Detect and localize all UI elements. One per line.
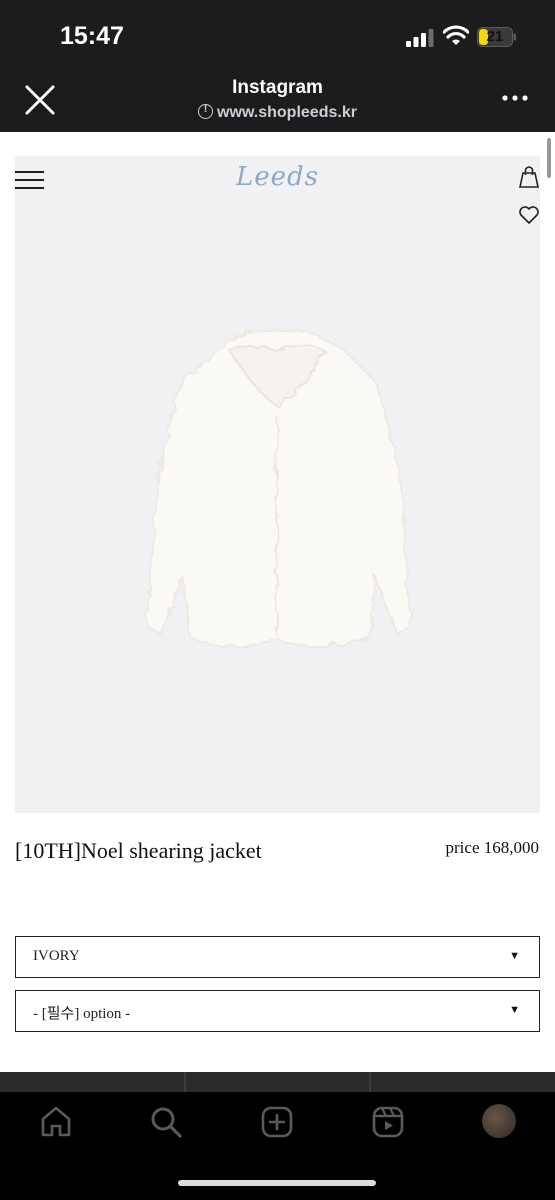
- shopping-bag-icon[interactable]: [518, 165, 540, 189]
- menu-button[interactable]: [15, 171, 44, 189]
- dropdown-arrow-icon: ▼: [509, 950, 520, 962]
- color-select[interactable]: IVORY ▼: [15, 936, 540, 978]
- status-time: 15:47: [60, 22, 124, 50]
- battery-level: 21: [486, 28, 504, 45]
- hamburger-icon: [15, 171, 44, 173]
- site-logo[interactable]: Leeds: [230, 162, 325, 192]
- cellular-signal-icon: [406, 29, 434, 47]
- product-image[interactable]: [15, 156, 540, 813]
- strip-divider: [184, 1072, 186, 1092]
- product-name: [10TH]Noel shearing jacket: [15, 838, 262, 863]
- option-select-value: - [필수] option -: [33, 1006, 131, 1022]
- option-select[interactable]: - [필수] option - ▼: [15, 990, 540, 1032]
- profile-avatar[interactable]: [482, 1104, 516, 1138]
- status-bar: 15:47 21: [0, 0, 555, 72]
- scrollbar[interactable]: [547, 138, 551, 178]
- heart-icon[interactable]: [518, 205, 540, 225]
- browser-title: Instagram: [232, 77, 323, 98]
- wifi-icon: [443, 25, 469, 45]
- in-app-browser-header: Instagram www.shopleeds.kr: [0, 72, 555, 132]
- strip-divider: [369, 1072, 371, 1092]
- create-icon[interactable]: [259, 1104, 295, 1140]
- home-icon[interactable]: [38, 1104, 74, 1140]
- search-icon[interactable]: [148, 1104, 184, 1140]
- reels-icon[interactable]: [370, 1104, 406, 1140]
- more-icon[interactable]: [500, 86, 530, 110]
- instagram-bottom-nav: [0, 1092, 555, 1200]
- bottom-bar-strip: [0, 1072, 555, 1092]
- color-select-value: IVORY: [33, 948, 80, 964]
- browser-url: www.shopleeds.kr: [0, 103, 555, 122]
- web-content: Leeds [10TH]Noel shearing jacket price 1…: [0, 132, 555, 1072]
- product-price: price 168,000: [445, 838, 539, 857]
- url-text: www.shopleeds.kr: [217, 104, 357, 121]
- battery-icon: 21: [477, 27, 517, 47]
- jacket-illustration: [145, 328, 412, 648]
- info-icon: [198, 103, 214, 119]
- dropdown-arrow-icon: ▼: [509, 1004, 520, 1016]
- home-indicator[interactable]: [178, 1180, 376, 1186]
